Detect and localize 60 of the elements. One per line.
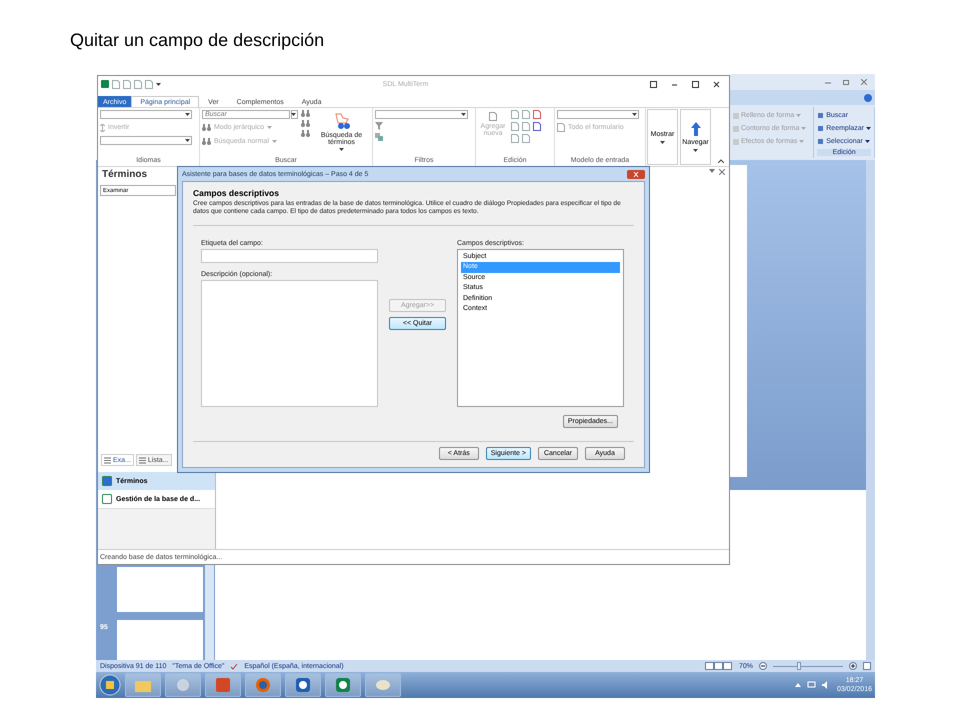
slider-thumb[interactable] bbox=[796, 662, 801, 670]
dropdown-button[interactable] bbox=[291, 110, 298, 119]
spellcheck-icon[interactable] bbox=[230, 662, 238, 670]
caret-icon bbox=[461, 113, 466, 116]
panel-title: Términos bbox=[101, 168, 148, 182]
zoom-in-icon[interactable] bbox=[849, 662, 857, 670]
caret-icon bbox=[339, 148, 344, 151]
zoom-out-icon[interactable] bbox=[759, 662, 767, 670]
app-logo-icon bbox=[101, 80, 109, 88]
slide-thumbnail[interactable] bbox=[117, 620, 203, 660]
fit-icon[interactable] bbox=[863, 662, 871, 670]
caret-icon bbox=[799, 140, 804, 143]
dropdown-field[interactable] bbox=[100, 110, 192, 119]
taskbar-button[interactable] bbox=[285, 673, 321, 697]
input-field[interactable] bbox=[201, 249, 378, 263]
slide-thumbnail[interactable] bbox=[117, 567, 203, 612]
dropdown-field[interactable] bbox=[100, 136, 192, 145]
caret-icon bbox=[864, 140, 870, 143]
taskbar-button[interactable] bbox=[325, 673, 361, 697]
scrollbar[interactable] bbox=[866, 160, 875, 660]
caret-icon bbox=[866, 127, 871, 130]
caret-icon[interactable] bbox=[709, 169, 715, 173]
start-icon[interactable] bbox=[99, 674, 121, 696]
caret-icon bbox=[267, 126, 272, 129]
caret-icon bbox=[660, 140, 665, 144]
caret-icon bbox=[185, 139, 190, 142]
taskbar-button[interactable] bbox=[245, 673, 281, 697]
caret-icon bbox=[693, 149, 698, 152]
slide-title: Quitar un campo de descripción bbox=[70, 30, 326, 51]
app-icon bbox=[176, 678, 190, 692]
caret-icon bbox=[185, 113, 190, 116]
browser-icon bbox=[256, 678, 270, 692]
arrow-up-icon bbox=[690, 122, 700, 136]
swap-icon bbox=[100, 124, 105, 132]
shape-icon bbox=[733, 112, 739, 118]
caret-icon bbox=[291, 113, 296, 116]
show-hidden-icons-icon[interactable] bbox=[794, 683, 801, 687]
dropdown-field[interactable] bbox=[375, 110, 468, 119]
dropdown-field[interactable] bbox=[557, 110, 639, 119]
caret-icon bbox=[272, 140, 277, 143]
shape-icon bbox=[733, 126, 739, 132]
view-buttons-icon[interactable] bbox=[704, 662, 733, 670]
caret-icon bbox=[796, 114, 802, 117]
restore-icon[interactable] bbox=[650, 80, 657, 88]
folder-icon bbox=[135, 678, 151, 692]
document-icon bbox=[489, 112, 497, 121]
help-icon[interactable] bbox=[864, 94, 872, 102]
presentation-icon bbox=[216, 678, 230, 692]
maximize-icon[interactable] bbox=[692, 80, 699, 88]
caret-icon bbox=[632, 113, 637, 116]
list-icon bbox=[104, 456, 111, 464]
caret-icon bbox=[801, 127, 806, 130]
caret-icon bbox=[156, 82, 161, 86]
document-icon bbox=[557, 123, 565, 132]
shape-icon bbox=[733, 138, 739, 144]
list-icon bbox=[138, 456, 146, 464]
network-icon[interactable] bbox=[806, 681, 816, 689]
dialog-heading: Campos descriptivos bbox=[192, 188, 280, 198]
collapse-icon[interactable] bbox=[718, 159, 724, 163]
close-icon[interactable] bbox=[713, 80, 720, 88]
